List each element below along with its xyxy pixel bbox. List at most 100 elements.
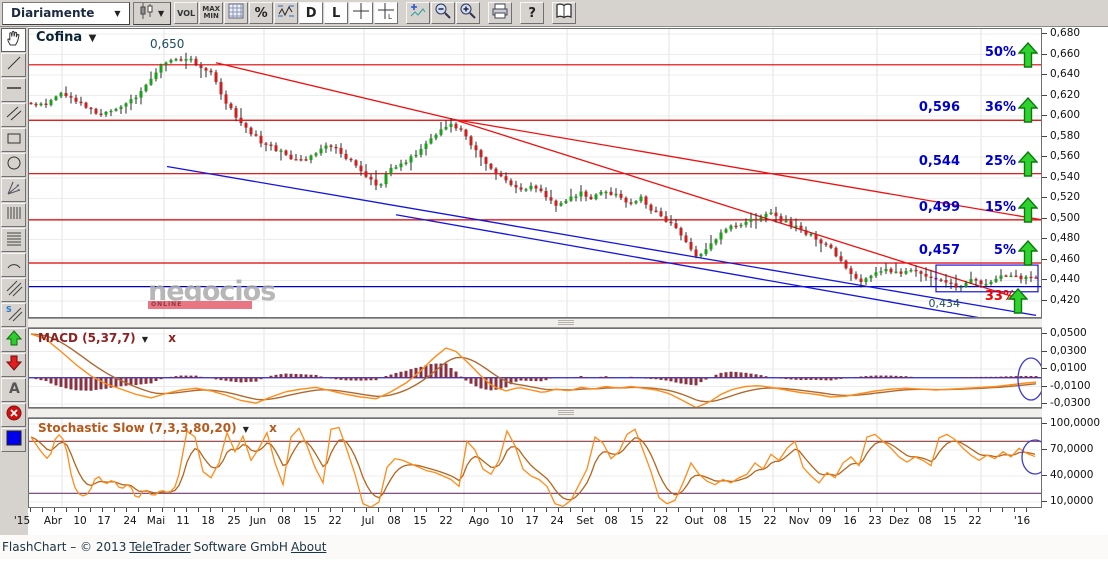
panel-splitter[interactable] xyxy=(28,408,1042,418)
flashchart-window: Diariamente ▼ ▼ VOLMAXMIN%DLL? SA negoci… xyxy=(0,0,1108,579)
tool-ellipse[interactable] xyxy=(1,153,26,177)
stochastic-close-button[interactable]: x xyxy=(269,421,277,435)
tool-pan-hand[interactable] xyxy=(1,28,26,52)
diag-icon xyxy=(5,279,23,301)
hilo-markers-button[interactable] xyxy=(274,2,298,24)
percent-scale-button[interactable]: % xyxy=(249,2,273,24)
y-axis-label: 0,600 xyxy=(1050,109,1080,121)
y-axis-tick xyxy=(1042,300,1047,301)
macd-panel[interactable] xyxy=(28,328,1042,408)
tool-delete-tool[interactable] xyxy=(1,403,26,427)
candlestick-icon xyxy=(138,2,156,24)
x-axis-tick xyxy=(654,508,655,512)
y-axis-label: 0,640 xyxy=(1050,68,1080,80)
tool-fibonacci-retracement[interactable] xyxy=(1,228,26,252)
add-indicator-button[interactable] xyxy=(406,2,430,24)
tool-horizontal-line[interactable] xyxy=(1,78,26,102)
tool-arrow-down-marker[interactable] xyxy=(1,353,26,377)
x-axis-tick xyxy=(906,508,907,512)
hlines-icon xyxy=(5,229,23,251)
fib-price-label: 0,596 xyxy=(896,100,960,115)
chevron-down-icon[interactable]: ▼ xyxy=(241,425,251,434)
chevron-down-icon[interactable]: ▼ xyxy=(140,335,150,344)
watermark-bar: ONLINE xyxy=(148,301,252,309)
x-axis-tick xyxy=(330,508,331,512)
tool-gann-lines[interactable]: S xyxy=(1,303,26,327)
x-axis-tick xyxy=(738,508,739,512)
x-axis-tick xyxy=(858,508,859,512)
tool-speed-lines[interactable] xyxy=(1,278,26,302)
about-link[interactable]: About xyxy=(291,540,326,554)
panel-splitter[interactable] xyxy=(28,318,1042,328)
x-axis-label: Dez xyxy=(889,515,909,527)
help-button-label: ? xyxy=(528,6,536,21)
grid-button[interactable] xyxy=(224,2,248,24)
tool-arc[interactable] xyxy=(1,253,26,277)
x-axis-tick xyxy=(318,508,319,512)
crosshair-label-button[interactable]: L xyxy=(374,2,398,24)
y-axis-tick xyxy=(1042,33,1047,34)
tool-fan-lines[interactable] xyxy=(1,178,26,202)
x-axis-label: 08 xyxy=(277,515,290,527)
y-axis-label: 0,680 xyxy=(1050,27,1080,39)
symbol-name: Cofina xyxy=(36,30,82,45)
arc-icon xyxy=(5,254,23,276)
draw-mode-button[interactable]: D xyxy=(299,2,323,24)
line-mode-button[interactable]: L xyxy=(324,2,348,24)
chart-type-dropdown[interactable]: ▼ xyxy=(133,2,171,25)
text-icon: A xyxy=(5,379,23,401)
y-axis-tick xyxy=(1042,449,1047,450)
zoom-in-button[interactable] xyxy=(456,2,480,24)
x-axis-label: Jul xyxy=(362,515,375,527)
tool-text-tool[interactable]: A xyxy=(1,378,26,402)
fib-price-label: 0,544 xyxy=(896,154,960,169)
x-axis-label: 24 xyxy=(123,515,136,527)
y-axis-tick xyxy=(1042,475,1047,476)
print-button[interactable] xyxy=(488,2,512,24)
tool-rectangle[interactable] xyxy=(1,128,26,152)
chevron-down-icon: ▼ xyxy=(112,9,122,18)
x-axis-tick xyxy=(978,508,979,512)
draw-mode-button-label: D xyxy=(306,6,317,21)
crosshair-button[interactable] xyxy=(349,2,373,24)
tool-color-swatch[interactable] xyxy=(1,428,26,452)
x-axis-label: 23 xyxy=(868,515,881,527)
period-dropdown[interactable]: Diariamente ▼ xyxy=(2,2,130,25)
statusbar-text: FlashChart – © 2013 xyxy=(2,540,126,554)
fan-icon xyxy=(5,179,23,201)
maxmin-button[interactable]: MAXMIN xyxy=(199,2,223,24)
macd-close-button[interactable]: x xyxy=(168,331,176,345)
symbol-label[interactable]: Cofina ▼ xyxy=(36,30,98,45)
svg-text:A: A xyxy=(9,381,20,397)
x-axis-tick xyxy=(234,508,235,512)
y-axis-tick xyxy=(1042,333,1047,334)
teletrader-link[interactable]: TeleTrader xyxy=(129,540,190,554)
price-chart-panel[interactable] xyxy=(28,28,1042,318)
y-axis-label: 0,580 xyxy=(1050,130,1080,142)
x-axis-tick xyxy=(402,508,403,512)
x-axis-tick xyxy=(834,508,835,512)
x-axis-label: 17 xyxy=(97,515,110,527)
y-axis-tick xyxy=(1042,197,1047,198)
x-axis-label: 25 xyxy=(227,515,240,527)
manual-button[interactable] xyxy=(552,2,576,24)
x-axis-label: 22 xyxy=(439,515,452,527)
x-axis-tick xyxy=(114,508,115,512)
tool-parallel-line[interactable] xyxy=(1,103,26,127)
y-axis-label: -0,0100 xyxy=(1050,380,1091,392)
splitter-grip-icon[interactable] xyxy=(558,320,574,326)
x-axis-tick xyxy=(54,508,55,512)
tool-trend-line[interactable] xyxy=(1,53,26,77)
help-button[interactable]: ? xyxy=(520,2,544,24)
y-axis-label: 0,520 xyxy=(1050,191,1080,203)
tool-fibonacci-time-zones[interactable] xyxy=(1,203,26,227)
x-axis-tick xyxy=(630,508,631,512)
watermark-sub: ONLINE xyxy=(151,301,182,308)
splitter-grip-icon[interactable] xyxy=(558,410,574,416)
x-axis-tick xyxy=(774,508,775,512)
x-axis-tick xyxy=(582,508,583,512)
x-axis-tick xyxy=(498,508,499,512)
volume-button[interactable]: VOL xyxy=(174,2,198,24)
zoom-out-button[interactable] xyxy=(431,2,455,24)
tool-arrow-up-marker[interactable] xyxy=(1,328,26,352)
